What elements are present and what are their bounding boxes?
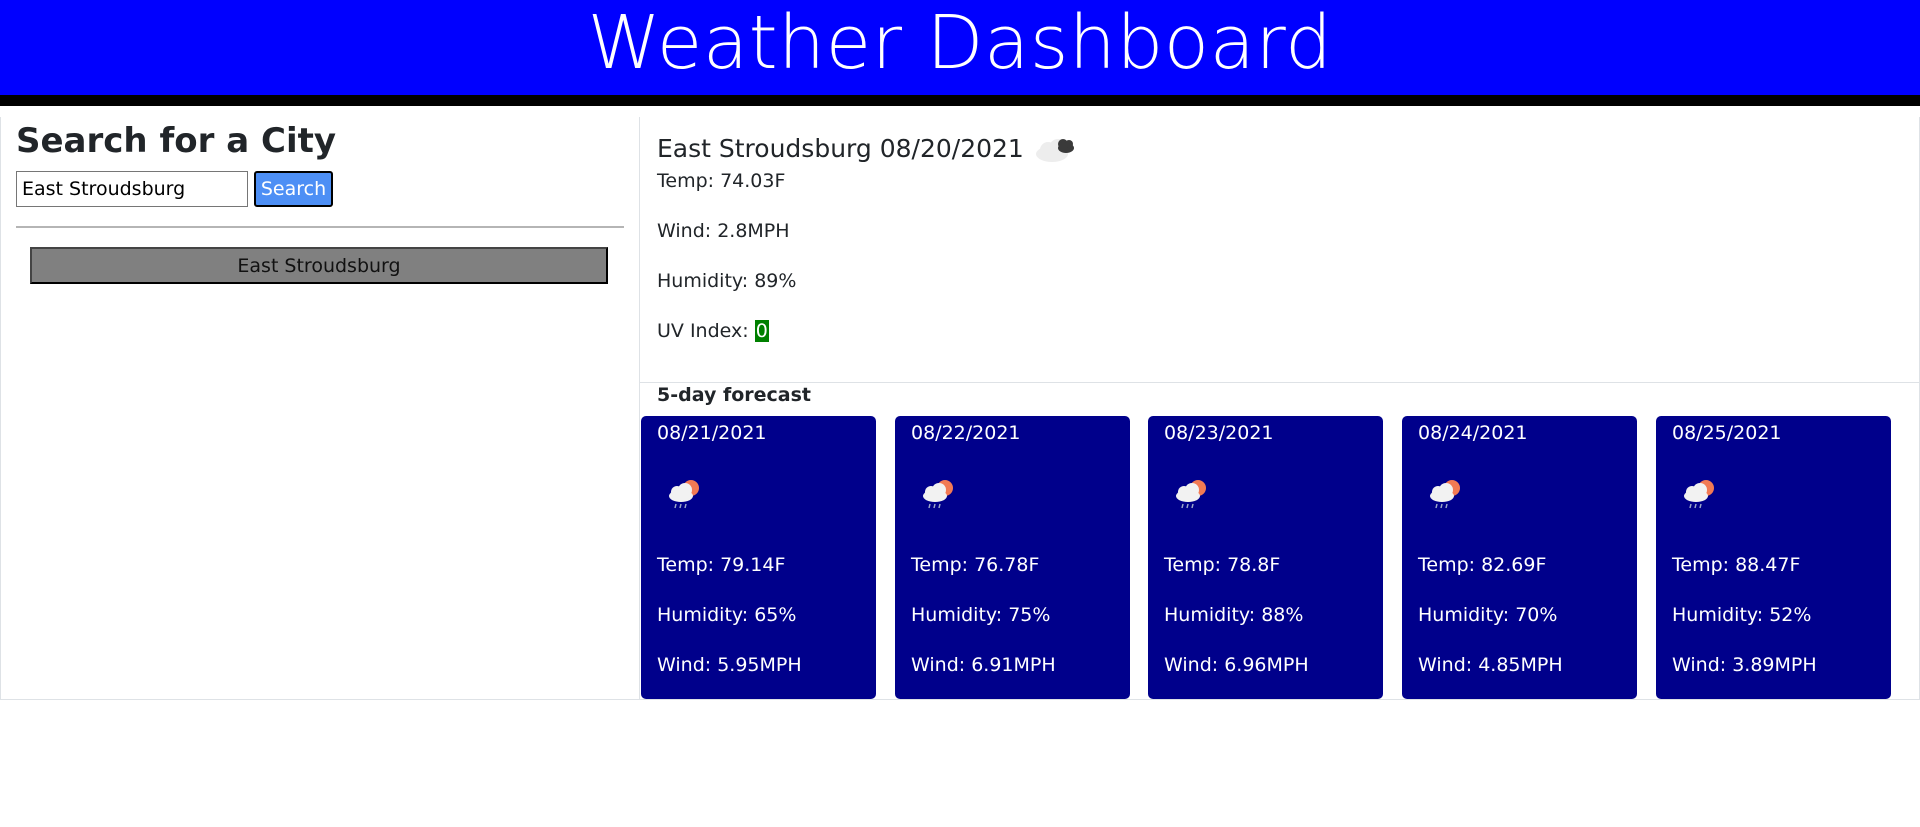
rain-sun-cloud-icon: [1426, 476, 1466, 512]
forecast-card: 08/25/2021 Temp: 88.47F Humidity: 52% Wi…: [1656, 416, 1891, 699]
search-sidebar: Search for a City Search East Stroudsbur…: [0, 117, 640, 700]
current-weather-panel: East Stroudsburg 08/20/2021 Temp: 74.03F …: [640, 117, 1920, 383]
current-humidity: Humidity: 89%: [657, 270, 797, 292]
forecast-date: 08/23/2021: [1164, 422, 1274, 444]
uv-label: UV Index:: [657, 320, 755, 342]
current-weather-title: East Stroudsburg 08/20/2021: [657, 131, 1082, 165]
forecast-card: 08/24/2021 Temp: 82.69F Humidity: 70% Wi…: [1402, 416, 1637, 699]
forecast-card: 08/21/2021 Temp: 79.14F Humidity: 65% Wi…: [641, 416, 876, 699]
forecast-wind: Wind: 6.91MPH: [911, 654, 1056, 676]
forecast-date: 08/22/2021: [911, 422, 1021, 444]
sidebar-divider: [16, 226, 624, 228]
forecast-humidity: Humidity: 75%: [911, 604, 1051, 626]
forecast-temp: Temp: 78.8F: [1164, 554, 1281, 576]
forecast-wind: Wind: 6.96MPH: [1164, 654, 1309, 676]
search-history-list: East Stroudsburg: [30, 247, 608, 284]
forecast-date: 08/21/2021: [657, 422, 767, 444]
forecast-humidity: Humidity: 65%: [657, 604, 797, 626]
rain-sun-cloud-icon: [919, 476, 959, 512]
current-uv-index: UV Index: 0: [657, 320, 769, 342]
forecast-date: 08/25/2021: [1672, 422, 1782, 444]
page-header: Weather Dashboard: [0, 0, 1920, 106]
current-date: 08/20/2021: [879, 133, 1024, 163]
page-title: Weather Dashboard: [587, 0, 1333, 86]
forecast-heading: 5-day forecast: [657, 384, 811, 406]
search-heading: Search for a City: [16, 121, 337, 161]
forecast-temp: Temp: 88.47F: [1672, 554, 1801, 576]
cloudy-icon: [1032, 130, 1082, 166]
rain-sun-cloud-icon: [1680, 476, 1720, 512]
forecast-wind: Wind: 3.89MPH: [1672, 654, 1817, 676]
current-temp: Temp: 74.03F: [657, 170, 786, 192]
forecast-card: 08/23/2021 Temp: 78.8F Humidity: 88% Win…: [1148, 416, 1383, 699]
current-city: East Stroudsburg: [657, 133, 872, 163]
current-wind: Wind: 2.8MPH: [657, 220, 790, 242]
rain-sun-cloud-icon: [665, 476, 705, 512]
forecast-temp: Temp: 76.78F: [911, 554, 1040, 576]
forecast-cards: 08/21/2021 Temp: 79.14F Humidity: 65% Wi…: [640, 416, 1920, 699]
forecast-wind: Wind: 4.85MPH: [1418, 654, 1563, 676]
rain-sun-cloud-icon: [1172, 476, 1212, 512]
history-item-button[interactable]: East Stroudsburg: [30, 247, 608, 284]
city-search-input[interactable]: [16, 171, 248, 207]
forecast-humidity: Humidity: 88%: [1164, 604, 1304, 626]
forecast-card: 08/22/2021 Temp: 76.78F Humidity: 75% Wi…: [895, 416, 1130, 699]
forecast-wind: Wind: 5.95MPH: [657, 654, 802, 676]
forecast-humidity: Humidity: 52%: [1672, 604, 1812, 626]
uv-index-badge: 0: [754, 320, 769, 342]
forecast-date: 08/24/2021: [1418, 422, 1528, 444]
forecast-temp: Temp: 82.69F: [1418, 554, 1547, 576]
forecast-temp: Temp: 79.14F: [657, 554, 786, 576]
forecast-humidity: Humidity: 70%: [1418, 604, 1558, 626]
search-button[interactable]: Search: [254, 171, 333, 207]
